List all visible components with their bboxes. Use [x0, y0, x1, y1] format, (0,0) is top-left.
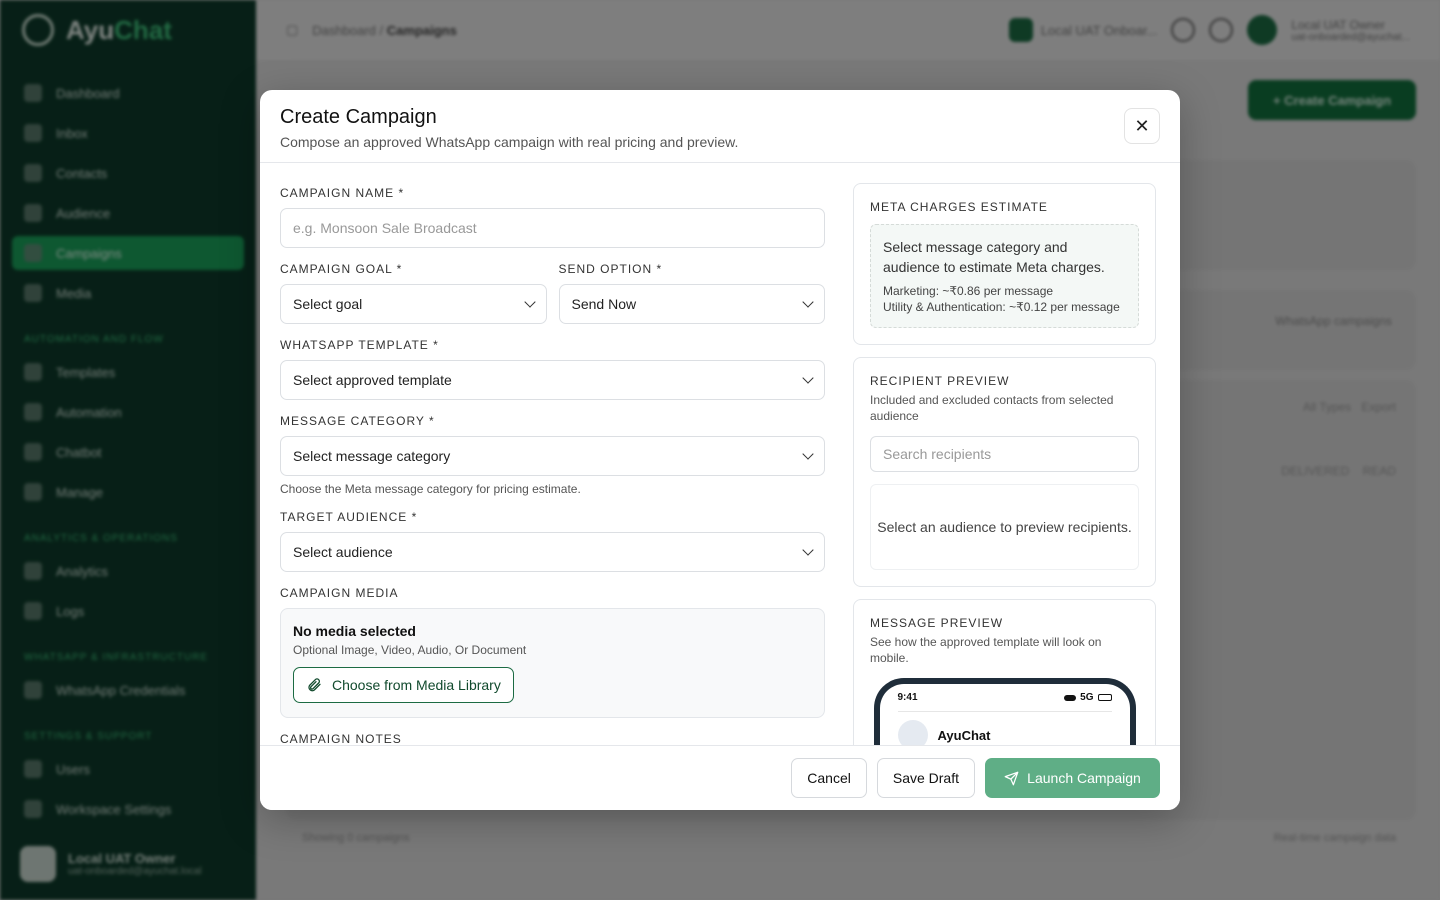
- recipient-preview-title: RECIPIENT PREVIEW: [870, 374, 1010, 388]
- campaign-name-label: CAMPAIGN NAME *: [280, 186, 405, 200]
- send-icon: [1004, 771, 1019, 785]
- meta-charges-card: META CHARGES ESTIMATE Select message cat…: [853, 183, 1156, 345]
- campaign-media-box: No media selected Optional Image, Video,…: [280, 608, 825, 718]
- message-category-select[interactable]: Select message category: [280, 436, 825, 476]
- battery-icon: [1097, 694, 1112, 701]
- message-category-hint: Choose the Meta message category for pri…: [280, 482, 581, 496]
- meta-charges-title: META CHARGES ESTIMATE: [870, 200, 1048, 214]
- modal-body[interactable]: CAMPAIGN NAME * e.g. Monsoon Sale Broadc…: [260, 163, 1180, 745]
- utility-rate: Utility & Authentication: ~₹0.12 per mes…: [883, 300, 1120, 314]
- marketing-rate: Marketing: ~₹0.86 per message: [883, 284, 1054, 298]
- recipient-empty-state: Select an audience to preview recipients…: [870, 484, 1139, 570]
- cancel-button[interactable]: Cancel: [791, 758, 867, 798]
- modal-header: Create Campaign Compose an approved What…: [260, 90, 1180, 163]
- message-preview-title: MESSAGE PREVIEW: [870, 616, 1004, 630]
- message-category-label: MESSAGE CATEGORY *: [280, 414, 435, 428]
- whatsapp-template-label: WHATSAPP TEMPLATE *: [280, 338, 439, 352]
- message-preview-card: MESSAGE PREVIEW See how the approved tem…: [853, 599, 1156, 745]
- media-status: No media selected: [293, 623, 416, 639]
- choose-media-button[interactable]: Choose from Media Library: [293, 667, 514, 703]
- send-option-label: SEND OPTION *: [558, 262, 663, 276]
- target-audience-label: TARGET AUDIENCE *: [280, 510, 418, 524]
- whatsapp-template-select[interactable]: Select approved template: [280, 360, 825, 400]
- modal-subtitle: Compose an approved WhatsApp campaign wi…: [280, 134, 739, 150]
- campaign-name-input[interactable]: e.g. Monsoon Sale Broadcast: [280, 208, 825, 248]
- meta-charges-estimate: Select message category and audience to …: [870, 224, 1139, 328]
- chevron-down-icon: [802, 544, 814, 556]
- campaign-goal-select[interactable]: Select goal: [280, 284, 547, 324]
- send-option-select[interactable]: Send Now: [558, 284, 825, 324]
- signal-icon: [1064, 694, 1077, 701]
- chevron-down-icon: [802, 448, 814, 460]
- chevron-down-icon: [523, 296, 536, 308]
- contact-avatar: [897, 720, 928, 745]
- save-draft-button[interactable]: Save Draft: [876, 758, 975, 798]
- paperclip-icon: [308, 678, 321, 692]
- modal-footer: Cancel Save Draft Launch Campaign: [260, 745, 1180, 810]
- side-panel: META CHARGES ESTIMATE Select message cat…: [853, 183, 1156, 745]
- campaign-notes-label: CAMPAIGN NOTES: [280, 732, 402, 745]
- chevron-down-icon: [802, 372, 814, 384]
- close-button[interactable]: ✕: [1124, 108, 1160, 144]
- campaign-goal-label: CAMPAIGN GOAL *: [280, 262, 403, 276]
- close-icon: ✕: [1134, 115, 1150, 136]
- modal-title: Create Campaign: [280, 106, 437, 128]
- campaign-form: CAMPAIGN NAME * e.g. Monsoon Sale Broadc…: [280, 163, 825, 745]
- recipient-search-input[interactable]: Search recipients: [870, 436, 1139, 472]
- create-campaign-modal: Create Campaign Compose an approved What…: [260, 90, 1180, 810]
- chevron-down-icon: [802, 296, 814, 308]
- recipient-preview-card: RECIPIENT PREVIEW Included and excluded …: [853, 357, 1156, 587]
- media-hint: Optional Image, Video, Audio, Or Documen…: [293, 643, 527, 657]
- campaign-media-label: CAMPAIGN MEDIA: [280, 586, 399, 600]
- launch-campaign-button[interactable]: Launch Campaign: [985, 758, 1160, 798]
- phone-mockup: 9:41 5G AyuChat: [873, 678, 1136, 745]
- target-audience-select[interactable]: Select audience: [280, 532, 825, 572]
